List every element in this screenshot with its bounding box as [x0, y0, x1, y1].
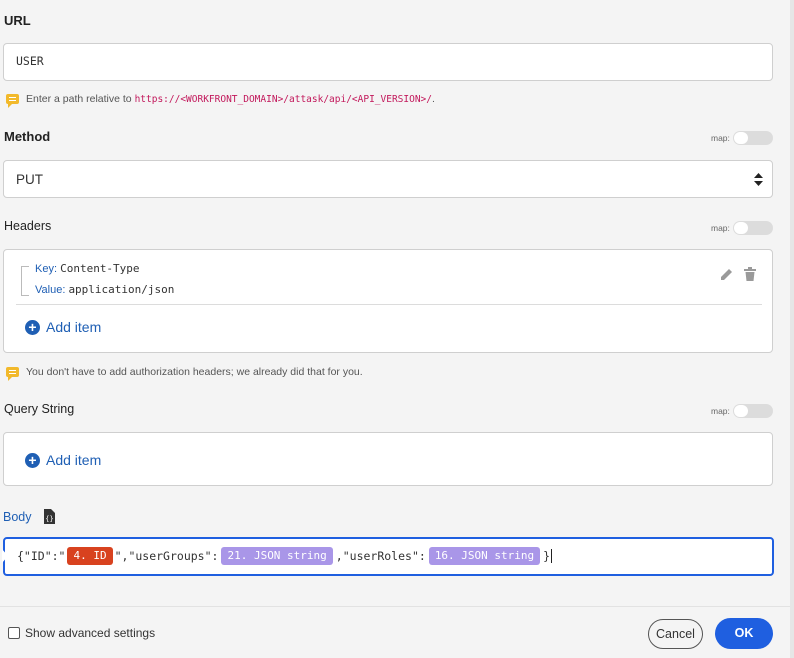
- url-label: URL: [4, 13, 31, 28]
- advanced-settings-checkbox[interactable]: [8, 627, 20, 639]
- text-cursor: [551, 549, 553, 563]
- toggle-knob: [733, 132, 748, 144]
- headers-hint-text: You don't have to add authorization head…: [26, 366, 363, 378]
- body-text-segment: ","userGroups":: [114, 549, 219, 563]
- headers-map-toggle-wrap: map:: [711, 221, 773, 235]
- method-select[interactable]: PUT: [3, 160, 773, 198]
- cancel-button[interactable]: Cancel: [648, 619, 703, 649]
- header-key-value: Content-Type: [60, 262, 140, 275]
- query-map-toggle-wrap: map:: [711, 404, 773, 418]
- headers-hint: You don't have to add authorization head…: [6, 366, 363, 381]
- json-file-icon[interactable]: {}: [43, 509, 55, 524]
- mapped-pill-id[interactable]: 4. ID: [67, 547, 113, 565]
- header-item-key-row: Key: Content-Type: [35, 262, 140, 275]
- info-bubble-icon: [6, 94, 19, 108]
- header-key-label: Key:: [35, 263, 58, 275]
- select-arrows-icon: [754, 173, 763, 186]
- delete-trash-icon[interactable]: [744, 267, 756, 281]
- toggle-knob: [733, 222, 748, 234]
- method-label: Method: [4, 129, 51, 144]
- query-map-toggle[interactable]: [732, 404, 773, 418]
- mapped-pill-user-roles[interactable]: 16. JSON string: [428, 547, 541, 565]
- header-item-value-row: Value: application/json: [35, 283, 174, 296]
- query-add-item-label: Add item: [46, 452, 102, 468]
- divider: [16, 304, 762, 305]
- method-select-value: PUT: [16, 172, 43, 187]
- body-input[interactable]: {"ID":" 4. ID ","userGroups": 21. JSON s…: [2, 537, 774, 576]
- body-text-segment: {"ID":": [17, 549, 66, 563]
- url-hint-text: Enter a path relative to https://<WORKFR…: [26, 93, 435, 105]
- http-module-settings-panel: URL USER Enter a path relative to https:…: [0, 0, 790, 658]
- plus-circle-icon: +: [25, 319, 40, 335]
- url-input-value: USER: [16, 54, 44, 68]
- query-string-label: Query String: [4, 402, 75, 416]
- body-content: {"ID":" 4. ID ","userGroups": 21. JSON s…: [17, 547, 553, 565]
- edit-pencil-icon[interactable]: [720, 268, 733, 281]
- mapped-pill-user-groups[interactable]: 21. JSON string: [221, 547, 333, 565]
- header-value-value: application/json: [68, 283, 175, 296]
- query-string-box: + Add item: [3, 432, 773, 486]
- plus-circle-icon: +: [25, 452, 40, 468]
- url-hint: Enter a path relative to https://<WORKFR…: [6, 93, 435, 108]
- body-label: Body: [3, 509, 32, 524]
- ok-button[interactable]: OK: [715, 618, 773, 649]
- method-map-label: map:: [711, 133, 730, 143]
- body-text-segment: ,"userRoles":: [335, 549, 426, 563]
- headers-box: Key: Content-Type Value: application/jso…: [3, 249, 773, 353]
- advanced-settings-toggle[interactable]: Show advanced settings: [8, 626, 155, 640]
- headers-map-label: map:: [711, 223, 730, 233]
- query-add-item-button[interactable]: + Add item: [25, 452, 101, 468]
- url-hint-link: https://<WORKFRONT_DOMAIN>/attask/api/<A…: [134, 94, 432, 105]
- header-item-bracket: [21, 266, 29, 296]
- query-map-label: map:: [711, 406, 730, 416]
- method-map-toggle-wrap: map:: [711, 131, 773, 145]
- body-label-row: Body {}: [3, 509, 55, 524]
- headers-add-item-label: Add item: [46, 319, 102, 335]
- headers-add-item-button[interactable]: + Add item: [25, 319, 101, 335]
- advanced-settings-label: Show advanced settings: [25, 626, 156, 640]
- url-input[interactable]: USER: [3, 43, 773, 81]
- headers-label: Headers: [4, 219, 52, 233]
- panel-scroll-edge: [790, 0, 794, 658]
- toggle-knob: [733, 405, 748, 417]
- body-text-segment: }: [543, 549, 551, 563]
- active-field-marker: [2, 549, 8, 563]
- header-value-label: Value:: [35, 284, 66, 296]
- info-bubble-icon: [6, 367, 19, 381]
- footer-divider: [0, 606, 790, 607]
- headers-map-toggle[interactable]: [732, 221, 773, 235]
- method-map-toggle[interactable]: [732, 131, 773, 145]
- svg-text:{}: {}: [45, 515, 53, 523]
